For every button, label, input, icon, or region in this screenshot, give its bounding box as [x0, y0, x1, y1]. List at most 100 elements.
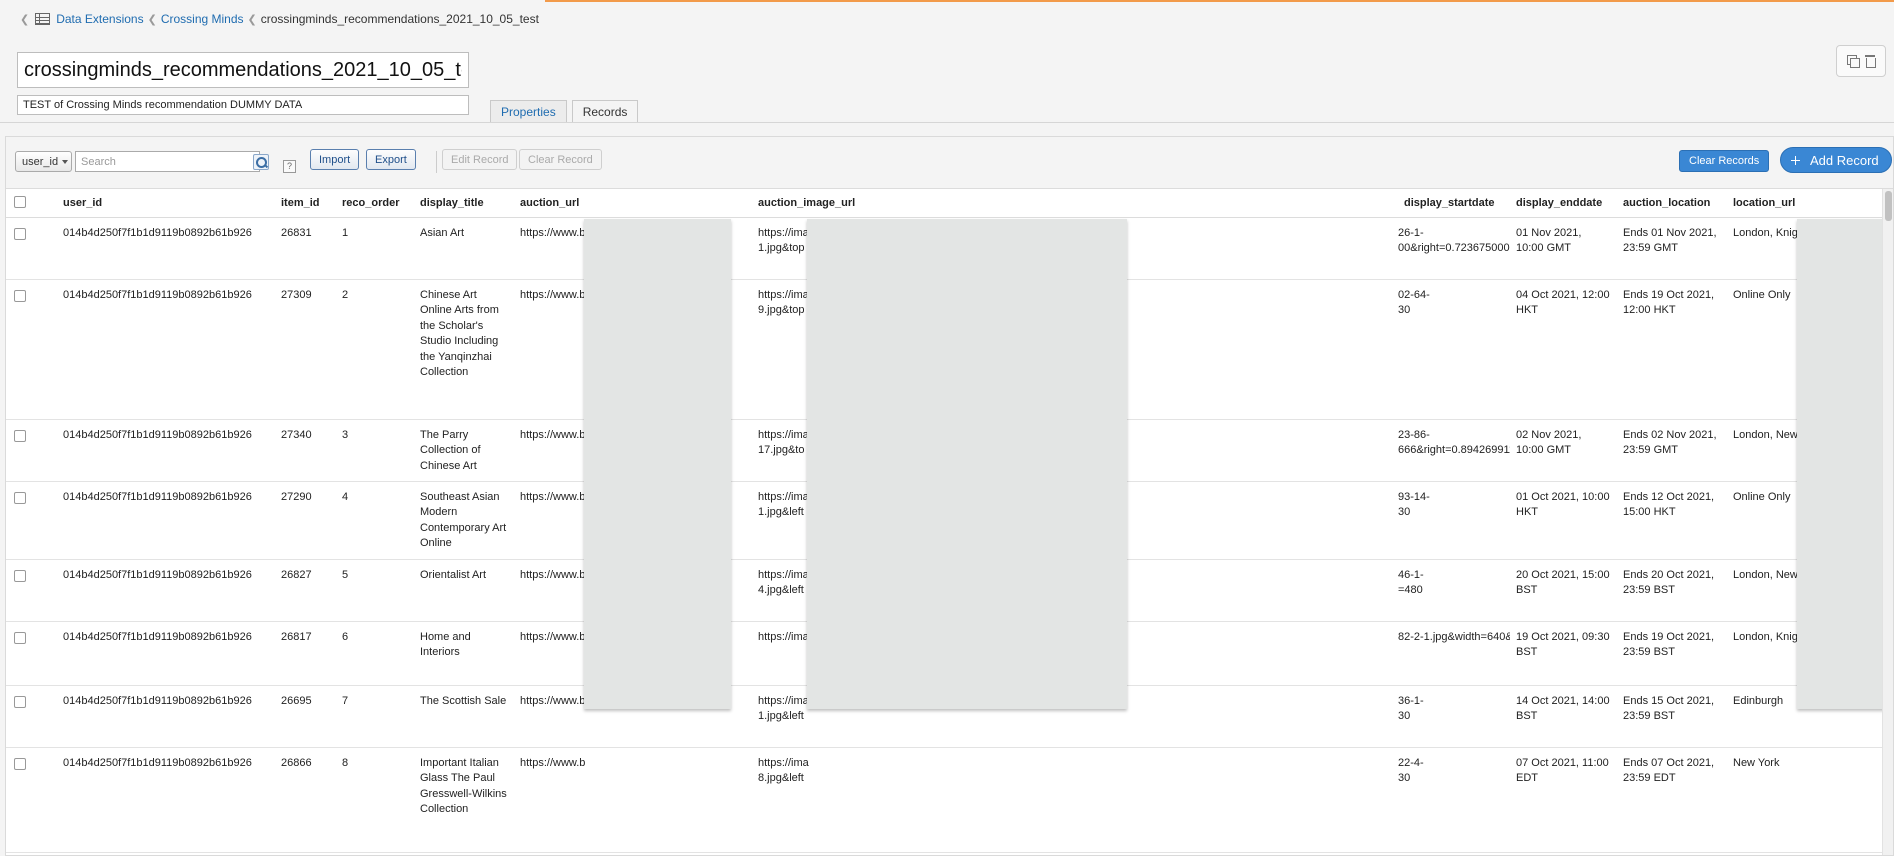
select-all-checkbox[interactable] [14, 196, 26, 209]
cell-item-id: 27290 [275, 481, 336, 560]
search-icon[interactable] [253, 154, 269, 170]
row-checkbox[interactable] [14, 569, 26, 582]
tab-properties[interactable]: Properties [490, 100, 567, 122]
redaction-overlay [1797, 219, 1887, 709]
table-icon [35, 13, 51, 25]
column-header-user-id[interactable]: user_id [57, 189, 275, 218]
cell-auction-url: https://www.b [514, 747, 752, 853]
cell-auction-image-url-tail: 36-1- 30 [1398, 685, 1510, 748]
cell-reco-order: 4 [336, 481, 414, 560]
clear-records-button[interactable]: Clear Records [1679, 150, 1770, 172]
column-header-display-title[interactable]: display_title [414, 189, 514, 218]
column-header-auction-image-url[interactable]: auction_image_url [752, 189, 1398, 218]
select-all-cell [6, 189, 57, 218]
cell-item-id: 27340 [275, 419, 336, 482]
breadcrumb-crossing-minds[interactable]: Crossing Minds [161, 12, 244, 26]
cell-auction-image-url-tail: 82-2-1.jpg&width=640&height=480 [1398, 621, 1510, 686]
export-button[interactable]: Export [366, 149, 416, 170]
page-actions [1836, 45, 1886, 77]
cell-item-id: 27309 [275, 279, 336, 420]
cell-display-startdate: 14 Oct 2021, 14:00 BST [1510, 685, 1617, 748]
cell-user-id: 014b4d250f7f1b1d9119b0892b61b926 [57, 621, 275, 686]
cell-display-enddate: Ends 12 Oct 2021, 15:00 HKT [1617, 481, 1727, 560]
table-row[interactable]: 014b4d250f7f1b1d9119b0892b61b926 26866 8 Im… [6, 747, 1886, 853]
cell-auction-location: New York [1727, 747, 1886, 853]
cell-display-startdate: 01 Nov 2021, 10:00 GMT [1510, 217, 1617, 280]
row-select-cell [6, 747, 57, 853]
cell-item-id: 26831 [275, 217, 336, 280]
search-input[interactable] [75, 151, 260, 172]
row-checkbox[interactable] [14, 631, 26, 644]
cell-reco-order: 1 [336, 217, 414, 280]
cell-display-enddate: Ends 19 Oct 2021, 23:59 BST [1617, 621, 1727, 686]
row-checkbox[interactable] [14, 757, 26, 770]
edit-record-button[interactable]: Edit Record [442, 149, 518, 170]
add-record-button[interactable]: Add Record [1780, 147, 1892, 173]
breadcrumb-current: crossingminds_recommendations_2021_10_05… [260, 12, 539, 26]
breadcrumb-separator: ❮ [20, 13, 30, 26]
row-checkbox[interactable] [14, 289, 26, 302]
cell-display-startdate: 04 Oct 2021, 12:00 HKT [1510, 279, 1617, 420]
redaction-overlay [807, 219, 1127, 709]
records-table-container: user_id item_id reco_order display_title… [6, 189, 1893, 855]
breadcrumb: ❮ Data Extensions ❮ Crossing Minds ❮ cro… [20, 10, 539, 28]
cell-display-startdate: 01 Oct 2021, 10:00 HKT [1510, 481, 1617, 560]
cell-display-enddate: Ends 19 Oct 2021, 12:00 HKT [1617, 279, 1727, 420]
cell-auction-image-url-tail: 26-1- 00&right=0.723675000000&width=640&… [1398, 217, 1510, 280]
cell-user-id: 014b4d250f7f1b1d9119b0892b61b926 [57, 747, 275, 853]
cell-auction-image-url-tail: 02-64- 30 [1398, 279, 1510, 420]
clear-record-button[interactable]: Clear Record [519, 149, 602, 170]
column-header-display-enddate[interactable]: display_enddate [1510, 189, 1617, 218]
records-panel: user_id ? Import Export Edit Record Clea… [5, 136, 1894, 856]
extension-name-input[interactable] [17, 52, 469, 88]
trash-icon[interactable] [1865, 55, 1876, 68]
row-select-cell [6, 279, 57, 420]
import-button[interactable]: Import [310, 149, 360, 170]
cell-user-id: 014b4d250f7f1b1d9119b0892b61b926 [57, 419, 275, 482]
scrollbar-thumb[interactable] [1885, 191, 1892, 221]
breadcrumb-separator: ❮ [247, 13, 257, 26]
vertical-scrollbar[interactable] [1882, 189, 1893, 855]
cell-item-id: 26866 [275, 747, 336, 853]
help-icon[interactable]: ? [283, 160, 296, 173]
cell-display-title: Asian Art [414, 217, 514, 280]
column-header-display-startdate[interactable]: display_startdate [1398, 189, 1510, 218]
row-select-cell [6, 419, 57, 482]
header-divider [0, 122, 1894, 123]
row-checkbox[interactable] [14, 695, 26, 708]
column-header-reco-order[interactable]: reco_order [336, 189, 414, 218]
tab-records[interactable]: Records [571, 100, 639, 122]
redaction-overlay [584, 219, 731, 709]
cell-display-startdate: 07 Oct 2021, 11:00 EDT [1510, 747, 1617, 853]
copy-icon[interactable] [1847, 55, 1860, 68]
search-field-select[interactable]: user_id [15, 151, 72, 172]
cell-reco-order: 8 [336, 747, 414, 853]
cell-reco-order: 5 [336, 559, 414, 622]
row-select-cell [6, 559, 57, 622]
breadcrumb-data-extensions[interactable]: Data Extensions [56, 12, 143, 26]
row-select-cell [6, 685, 57, 748]
cell-display-title: Chinese Art Online Arts from the Scholar… [414, 279, 514, 420]
row-select-cell [6, 621, 57, 686]
column-header-auction-url[interactable]: auction_url [514, 189, 752, 218]
cell-display-enddate: Ends 07 Oct 2021, 23:59 EDT [1617, 747, 1727, 853]
search-field-value: user_id [22, 155, 59, 168]
extension-description-input[interactable] [17, 95, 469, 115]
cell-display-title: Orientalist Art [414, 559, 514, 622]
cell-display-title: Southeast Asian Modern Contemporary Art … [414, 481, 514, 560]
cell-reco-order: 7 [336, 685, 414, 748]
column-header-item-id[interactable]: item_id [275, 189, 336, 218]
row-select-cell [6, 217, 57, 280]
table-header-row: user_id item_id reco_order display_title… [6, 189, 1886, 218]
cell-display-enddate: Ends 02 Nov 2021, 23:59 GMT [1617, 419, 1727, 482]
cell-auction-image-url-tail: 23-86- 666&right=0.894269911504&width=64… [1398, 419, 1510, 482]
row-checkbox[interactable] [14, 491, 26, 504]
row-checkbox[interactable] [14, 227, 26, 240]
cell-user-id: 014b4d250f7f1b1d9119b0892b61b926 [57, 685, 275, 748]
top-accent-line [545, 0, 1894, 2]
column-header-location-url[interactable]: location_url [1727, 189, 1886, 218]
row-checkbox[interactable] [14, 429, 26, 442]
cell-display-startdate: 02 Nov 2021, 10:00 GMT [1510, 419, 1617, 482]
cell-display-enddate: Ends 15 Oct 2021, 23:59 BST [1617, 685, 1727, 748]
column-header-auction-location[interactable]: auction_location [1617, 189, 1727, 218]
